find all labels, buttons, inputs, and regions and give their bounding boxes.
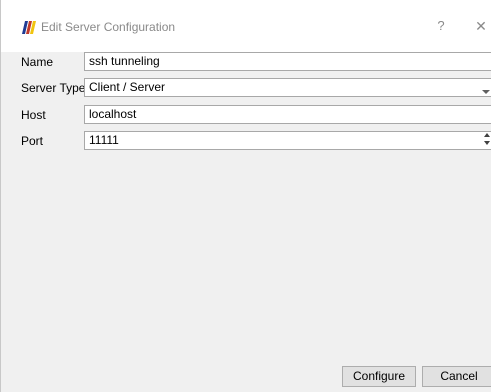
spin-arrows-icon[interactable] — [482, 130, 491, 149]
host-input[interactable]: localhost — [84, 105, 491, 124]
paraview-logo-icon — [20, 21, 37, 34]
configure-button[interactable]: Configure — [342, 366, 416, 387]
name-input[interactable]: ssh tunneling — [84, 52, 491, 71]
close-button[interactable]: ✕ — [473, 16, 489, 36]
name-label: Name — [21, 55, 54, 69]
server-type-label: Server Type — [21, 81, 86, 95]
server-type-select[interactable]: Client / Server — [84, 78, 491, 97]
cancel-button[interactable]: Cancel — [422, 366, 491, 387]
title-bar: Edit Server Configuration ? ✕ — [1, 0, 491, 52]
chevron-down-icon[interactable] — [481, 86, 491, 96]
port-spinbox[interactable]: 11111 — [84, 131, 491, 150]
port-label: Port — [21, 134, 44, 148]
edit-server-configuration-dialog: Edit Server Configuration ? ✕ Name ssh t… — [0, 0, 491, 392]
host-label: Host — [21, 108, 46, 122]
help-button[interactable]: ? — [433, 16, 449, 36]
window-title: Edit Server Configuration — [41, 20, 176, 34]
